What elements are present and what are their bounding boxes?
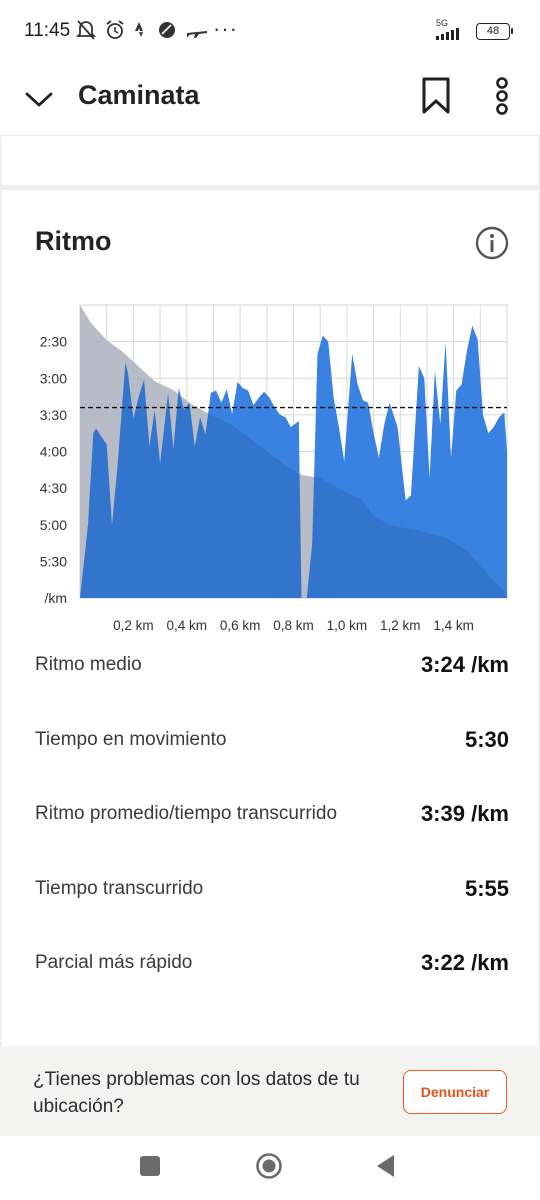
stat-value: 5:30	[464, 727, 509, 752]
bookmark-icon[interactable]	[420, 76, 452, 116]
pace-card: Ritmo 2:30 3:00 3:30 4:00 4:30 5:00 5:30/km 0,…	[0, 190, 540, 1046]
signal-icon: 5G	[436, 18, 470, 40]
y-tick-label: 5:00	[40, 517, 67, 533]
stat-label: Tiempo en movimiento	[35, 729, 227, 750]
y-unit-label: /km	[44, 590, 67, 606]
stat-value: 3:22 /km	[420, 950, 509, 975]
home-icon[interactable]	[255, 1152, 283, 1180]
report-banner: ¿Tienes problemas con los datos de tu ub…	[0, 1046, 540, 1136]
x-tick-label: 0,2 km	[113, 618, 154, 633]
x-tick-label: 1,0 km	[327, 618, 368, 633]
info-icon[interactable]	[475, 226, 509, 260]
status-bar: 11:45 ··· 5G 48	[0, 0, 540, 62]
pace-chart: 2:30 3:00 3:30 4:00 4:30 5:00 5:30/km 0,2 km 0,…	[2, 290, 540, 650]
stat-value: 3:39 /km	[420, 801, 509, 826]
plane-icon	[187, 31, 207, 38]
mute-icon	[76, 20, 96, 40]
x-tick-label: 0,8 km	[273, 618, 314, 633]
chevron-down-icon[interactable]	[24, 84, 54, 114]
stat-value: 5:55	[464, 876, 509, 901]
stat-row-elapsed-pace: Ritmo promedio/tiempo transcurrido 3:39 …	[35, 794, 509, 834]
stat-row-fastest-split: Parcial más rápido 3:22 /km	[35, 943, 509, 983]
pace-chart-svg: 2:303:003:304:004:305:005:30/km 0,2 km 0,…	[40, 304, 508, 633]
x-axis-ticks: 0,2 km 0,4 km 0,6 km 0,8 km 1,0 km 1,2 km 1,4 …	[113, 618, 474, 633]
report-text: ¿Tienes problemas con los datos de tu ub…	[33, 1069, 360, 1117]
more-vertical-icon[interactable]	[490, 76, 514, 120]
network-label: 5G	[436, 18, 449, 28]
app-icon	[159, 22, 175, 38]
x-tick-label: 0,4 km	[166, 618, 207, 633]
y-tick-label: 5:30	[40, 553, 67, 569]
x-tick-label: 1,4 km	[433, 618, 474, 633]
app-header: Caminata	[0, 62, 540, 136]
stat-row-moving-time: Tiempo en movimiento 5:30	[35, 720, 509, 760]
stat-row-elapsed-time: Tiempo transcurrido 5:55	[35, 869, 509, 909]
stat-label: Ritmo medio	[35, 654, 142, 675]
battery-icon: 48	[476, 22, 513, 40]
y-tick-label: 3:30	[40, 407, 67, 423]
previous-section-edge	[0, 137, 540, 185]
more-dots-icon: ···	[213, 16, 238, 41]
strava-icon	[135, 22, 143, 37]
back-icon[interactable]	[374, 1153, 396, 1179]
y-tick-label: 2:30	[40, 334, 67, 350]
page-title: Caminata	[78, 80, 200, 110]
x-tick-label: 0,6 km	[220, 618, 261, 633]
status-icons	[76, 19, 208, 41]
status-time: 11:45	[24, 20, 71, 41]
status-right: 5G 48	[436, 18, 513, 40]
stat-row-avg-pace: Ritmo medio 3:24 /km	[35, 645, 509, 685]
recents-icon[interactable]	[140, 1156, 160, 1176]
y-tick-label: 4:00	[40, 444, 67, 460]
y-tick-label: 3:00	[40, 370, 67, 386]
y-axis-ticks: 2:30 3:00 3:30 4:00 4:30 5:00 5:30/km	[40, 334, 67, 606]
stat-label: Ritmo promedio/tiempo transcurrido	[35, 803, 338, 824]
section-title: Ritmo	[35, 226, 112, 256]
report-button[interactable]: Denunciar	[403, 1070, 507, 1114]
alarm-icon	[106, 20, 124, 39]
stat-label: Parcial más rápido	[35, 952, 193, 973]
stat-label: Tiempo transcurrido	[35, 878, 204, 899]
x-tick-label: 1,2 km	[380, 618, 421, 633]
system-nav-bar	[0, 1136, 540, 1200]
y-tick-label: 4:30	[40, 480, 67, 496]
stat-value: 3:24 /km	[420, 652, 509, 677]
